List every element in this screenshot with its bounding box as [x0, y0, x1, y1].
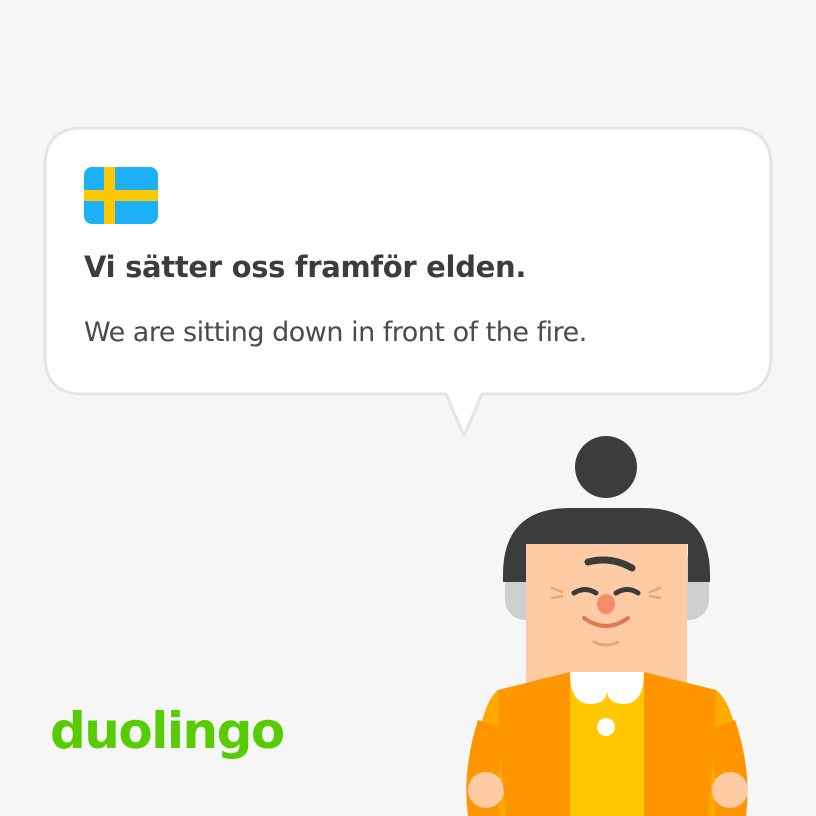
share-card: Vi sätter oss framför elden. We are sitt…	[0, 0, 816, 816]
grandma-character-icon	[466, 436, 748, 816]
